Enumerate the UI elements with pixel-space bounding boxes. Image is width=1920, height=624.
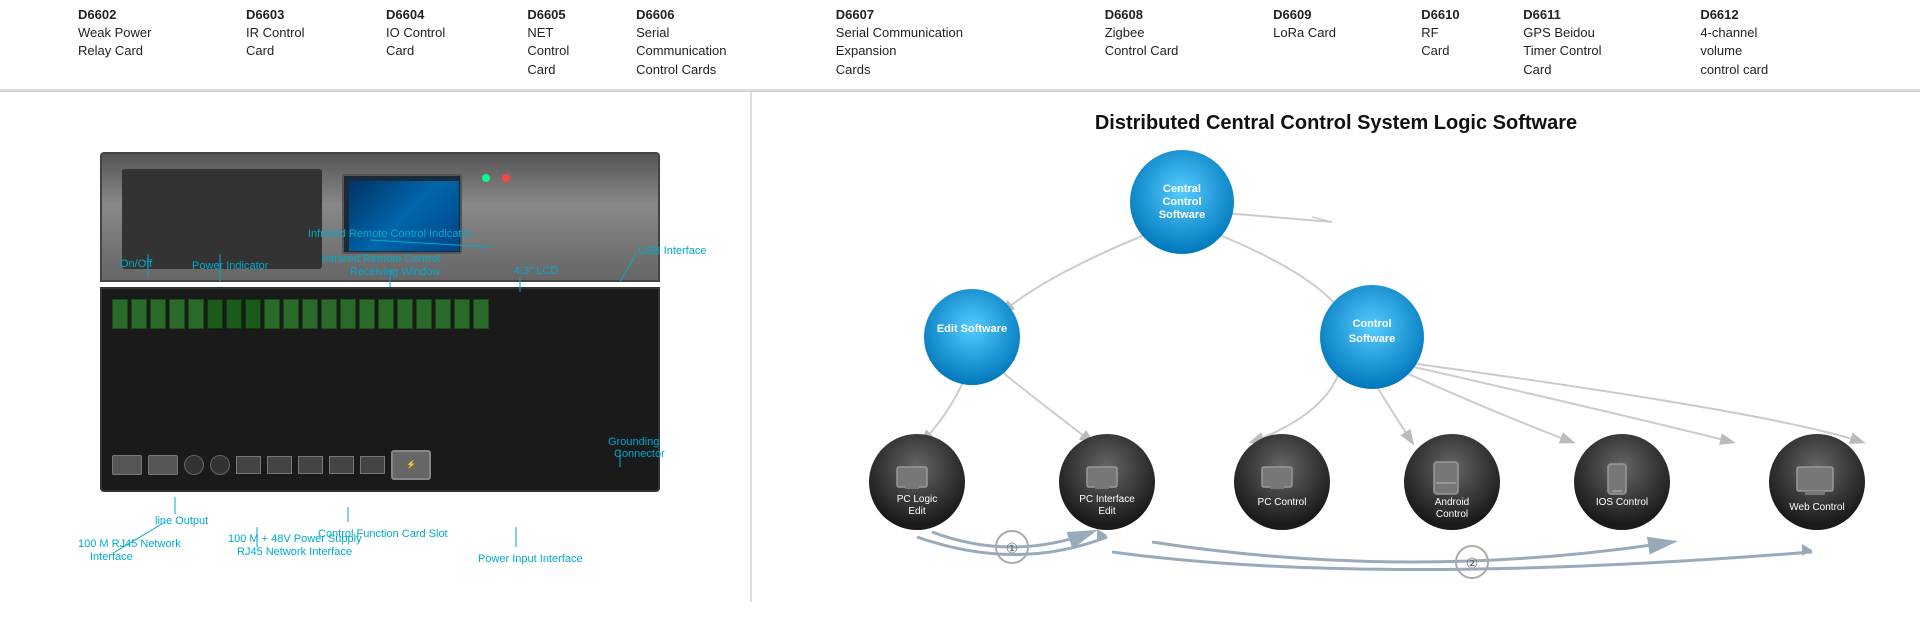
logic-diagram-svg: Central Control Software Edit Software C… — [772, 142, 1920, 582]
svg-text:Control: Control — [1436, 509, 1468, 520]
svg-text:PC Interface: PC Interface — [1079, 494, 1135, 505]
svg-text:Web Control: Web Control — [1789, 502, 1844, 513]
power-indicator-label: Power Indicator — [192, 260, 269, 272]
svg-text:Edit: Edit — [908, 506, 925, 517]
svg-text:IOS Control: IOS Control — [1596, 497, 1648, 508]
col-d6609: D6609LoRa Card — [1265, 4, 1413, 81]
svg-text:Edit: Edit — [1098, 506, 1115, 517]
power-supply-label2: RJ45 Network Interface — [237, 546, 352, 558]
col-d6605: D6605NETControlCard — [519, 4, 628, 81]
rj45-100m-label: 100 M RJ45 Network — [78, 538, 181, 550]
col-d6602: D6602Weak PowerRelay Card — [70, 4, 238, 81]
infrared-window-label: Infrared Remote Control — [322, 253, 440, 265]
main-section: ⚡ On/Off Power Indicator Infrared Remote… — [0, 91, 1920, 601]
usb-label: USB Interface — [638, 245, 706, 257]
col-d6606: D6606SerialCommunicationControl Cards — [628, 4, 828, 81]
top-table: D6602Weak PowerRelay Card D6603IR Contro… — [0, 0, 1920, 91]
lcd-label: 4.3" LCD — [514, 265, 558, 277]
col-d6610: D6610RFCard — [1413, 4, 1515, 81]
col-d6604: D6604IO ControlCard — [378, 4, 519, 81]
svg-text:Control: Control — [1352, 318, 1391, 330]
svg-text:Android: Android — [1435, 497, 1469, 508]
svg-text:Control: Control — [1162, 196, 1201, 208]
col-d6612: D66124-channelvolumecontrol card — [1692, 4, 1850, 81]
line-output-label: line Output — [155, 515, 208, 527]
col-d6611: D6611GPS BeidouTimer ControlCard — [1515, 4, 1692, 81]
col-d6608: D6608ZigbeeControl Card — [1097, 4, 1265, 81]
infrared-indicator-label: Infrared Remote Control Indicator — [308, 228, 472, 240]
svg-text:PC Control: PC Control — [1258, 497, 1307, 508]
grounding-label2: Connector — [614, 448, 665, 460]
svg-text:Edit Software: Edit Software — [937, 323, 1007, 335]
infrared-window-label2: Receiving Window — [350, 266, 441, 278]
control-slot-label: Control Function Card Slot — [318, 528, 448, 540]
svg-text:Software: Software — [1349, 333, 1395, 345]
right-diagram: Distributed Central Control System Logic… — [750, 92, 1920, 602]
power-input-label: Power Input Interface — [478, 553, 583, 565]
svg-text:Central: Central — [1163, 183, 1201, 195]
svg-text:PC Logic: PC Logic — [897, 494, 938, 505]
col-d6603: D6603IR ControlCard — [238, 4, 378, 81]
grounding-label: Grounding — [608, 436, 659, 448]
col-d6607: D6607Serial CommunicationExpansionCards — [828, 4, 1097, 81]
left-diagram: ⚡ On/Off Power Indicator Infrared Remote… — [0, 92, 750, 602]
rj45-100m-label2: Interface — [90, 551, 133, 563]
label-svg: On/Off Power Indicator Infrared Remote C… — [0, 92, 750, 602]
svg-text:Software: Software — [1159, 209, 1205, 221]
onoff-label: On/Off — [120, 258, 153, 270]
diagram-title: Distributed Central Control System Logic… — [772, 112, 1900, 135]
